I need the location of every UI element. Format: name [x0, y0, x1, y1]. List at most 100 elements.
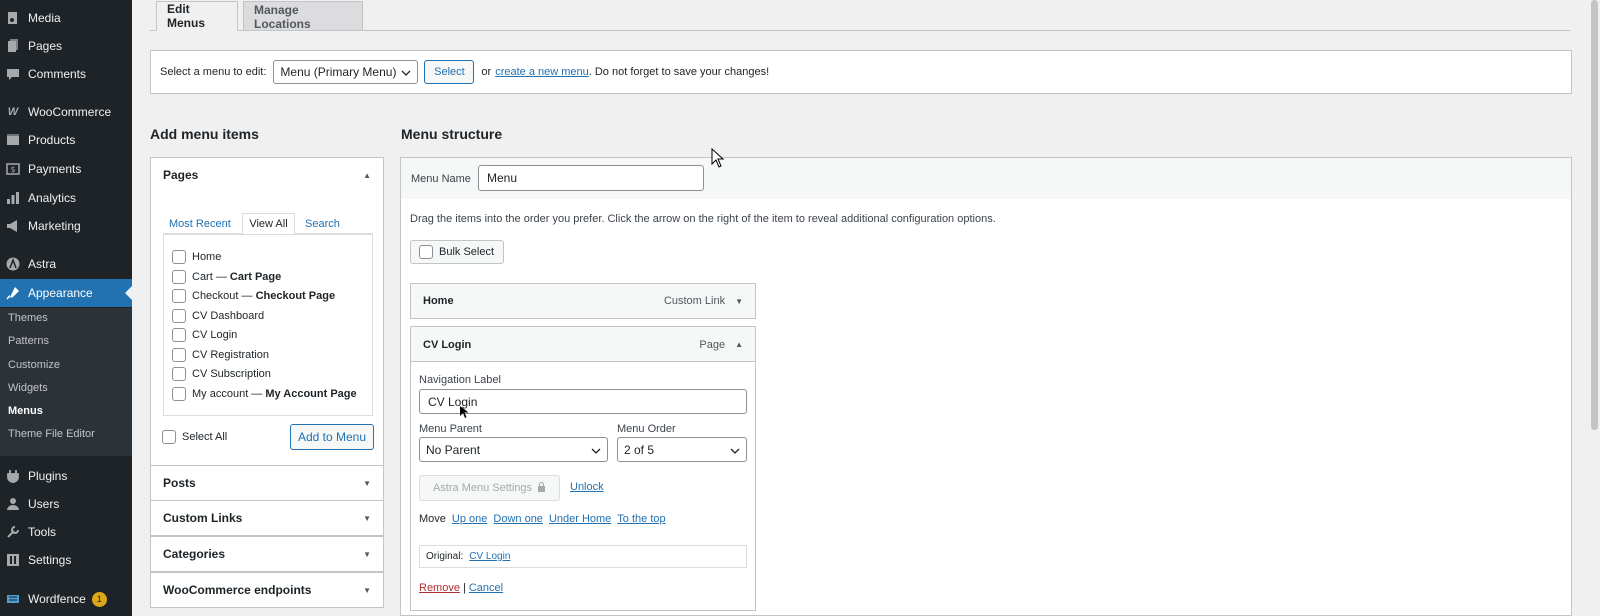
tab-view-all[interactable]: View All: [242, 213, 295, 235]
submenu-widgets[interactable]: Widgets: [8, 382, 48, 394]
move-under-home-link[interactable]: Under Home: [549, 513, 611, 525]
sidebar-item-wordfence[interactable]: Wordfence 1: [0, 585, 132, 613]
menu-name-label: Menu Name: [411, 173, 471, 185]
page-checkbox-row[interactable]: CV Dashboard: [172, 309, 264, 323]
sidebar-item-appearance[interactable]: Appearance: [0, 279, 132, 307]
menu-name-input[interactable]: Menu: [478, 165, 704, 191]
caret-down-icon[interactable]: ▼: [735, 297, 743, 306]
menu-item-type: Page: [699, 338, 726, 351]
posts-section-header[interactable]: Posts ▼: [150, 465, 384, 501]
submenu-theme-file-editor[interactable]: Theme File Editor: [8, 428, 95, 440]
astra-icon: [6, 257, 20, 271]
section-title: Categories: [163, 547, 226, 561]
tab-divider: [150, 30, 1570, 31]
page-checkbox-row[interactable]: My account — My Account Page: [172, 387, 357, 401]
menu-item-home[interactable]: Home Custom Link ▼: [410, 283, 756, 319]
marketing-icon: [6, 219, 20, 233]
sidebar-item-astra[interactable]: Astra: [0, 250, 132, 278]
submenu-customize[interactable]: Customize: [8, 359, 60, 371]
menu-order-value: 2 of 5: [624, 442, 655, 457]
sidebar-item-tools[interactable]: Tools: [0, 518, 132, 546]
add-menu-items-heading: Add menu items: [150, 126, 259, 142]
move-label: Move: [419, 513, 446, 525]
page-checkbox-row[interactable]: CV Registration: [172, 348, 269, 362]
page-checkbox-row[interactable]: Home: [172, 250, 227, 264]
page-checkbox-row[interactable]: CV Subscription: [172, 367, 271, 381]
sidebar-item-settings[interactable]: Settings: [0, 546, 132, 574]
caret-down-icon: ▼: [363, 513, 371, 523]
sidebar-item-comments[interactable]: Comments: [0, 60, 132, 88]
menu-item-title: CV Login: [423, 338, 472, 351]
checkbox[interactable]: [172, 309, 186, 323]
move-down-one-link[interactable]: Down one: [493, 513, 543, 525]
pages-icon: [6, 39, 20, 53]
tab-search[interactable]: Search: [305, 218, 340, 230]
checkbox[interactable]: [172, 270, 186, 284]
woocommerce-icon: W: [7, 106, 19, 118]
page-label: CV Dashboard: [192, 310, 265, 322]
categories-section-header[interactable]: Categories ▼: [150, 536, 384, 572]
select-all-checkbox[interactable]: [162, 430, 176, 444]
create-new-menu-link[interactable]: create a new menu: [495, 66, 589, 78]
menu-select-dropdown[interactable]: Menu (Primary Menu): [273, 60, 419, 84]
cancel-link[interactable]: Cancel: [469, 582, 503, 594]
page-label-suffix: Checkout Page: [255, 290, 336, 302]
sidebar-item-plugins[interactable]: Plugins: [0, 462, 132, 490]
checkbox[interactable]: [172, 250, 186, 264]
custom-links-section-header[interactable]: Custom Links ▼: [150, 500, 384, 536]
sidebar-item-payments[interactable]: $ Payments: [0, 155, 132, 183]
sidebar-label: Users: [28, 497, 60, 511]
menu-item-cv-login[interactable]: CV Login Page ▲: [410, 326, 756, 362]
page-checkbox-row[interactable]: Checkout — Checkout Page: [172, 289, 335, 303]
sidebar-item-pages[interactable]: Pages: [0, 32, 132, 60]
move-up-one-link[interactable]: Up one: [452, 513, 487, 525]
select-button[interactable]: Select: [424, 60, 475, 84]
submenu-menus[interactable]: Menus: [8, 405, 43, 417]
sidebar-item-woocommerce[interactable]: W WooCommerce: [0, 98, 132, 126]
sidebar-item-marketing[interactable]: Marketing: [0, 212, 132, 240]
bulk-select-button[interactable]: Bulk Select: [410, 240, 504, 264]
page-label: My account —: [192, 388, 266, 400]
unlock-link[interactable]: Unlock: [570, 481, 604, 493]
settings-icon: [6, 553, 20, 567]
products-icon: [6, 133, 20, 147]
checkbox[interactable]: [172, 328, 186, 342]
checkbox[interactable]: [172, 289, 186, 303]
original-page-link[interactable]: CV Login: [469, 551, 510, 562]
sidebar-item-products[interactable]: Products: [0, 126, 132, 154]
page-label: CV Login: [192, 329, 238, 341]
woocommerce-endpoints-section-header[interactable]: WooCommerce endpoints ▼: [150, 572, 384, 608]
astra-menu-settings-button[interactable]: Astra Menu Settings: [419, 475, 560, 501]
submenu-patterns[interactable]: Patterns: [8, 335, 49, 347]
menu-order-select[interactable]: 2 of 5: [617, 437, 747, 462]
submenu-themes[interactable]: Themes: [8, 312, 48, 324]
menu-order-label: Menu Order: [617, 423, 676, 435]
checkbox[interactable]: [172, 387, 186, 401]
tab-edit-menus[interactable]: Edit Menus: [156, 1, 238, 31]
menu-item-type: Custom Link: [663, 295, 726, 307]
menu-parent-label: Menu Parent: [419, 423, 482, 435]
checkbox[interactable]: [172, 367, 186, 381]
remove-link[interactable]: Remove: [419, 582, 460, 594]
page-label-suffix: My Account Page: [265, 388, 357, 400]
page-checkbox-row[interactable]: CV Login: [172, 328, 237, 342]
menu-parent-value: No Parent: [426, 442, 481, 457]
sidebar-label: Astra: [28, 257, 57, 271]
checkbox[interactable]: [172, 348, 186, 362]
pages-section-header[interactable]: Pages ▲: [150, 157, 384, 193]
move-to-top-link[interactable]: To the top: [617, 513, 665, 525]
or-text: or: [481, 66, 492, 78]
sidebar-item-media[interactable]: Media: [0, 4, 132, 32]
page-scrollbar[interactable]: [1591, 0, 1598, 430]
select-all-row[interactable]: Select All: [162, 430, 227, 444]
caret-up-icon[interactable]: ▲: [735, 340, 743, 349]
users-icon: [6, 497, 20, 511]
menu-parent-select[interactable]: No Parent: [419, 437, 608, 462]
page-checkbox-row[interactable]: Cart — Cart Page: [172, 270, 281, 284]
tab-manage-locations[interactable]: Manage Locations: [243, 1, 363, 31]
sidebar-item-users[interactable]: Users: [0, 490, 132, 518]
section-title: Posts: [163, 476, 196, 490]
add-to-menu-button[interactable]: Add to Menu: [290, 424, 374, 450]
tab-most-recent[interactable]: Most Recent: [169, 218, 231, 230]
sidebar-item-analytics[interactable]: Analytics: [0, 184, 132, 212]
